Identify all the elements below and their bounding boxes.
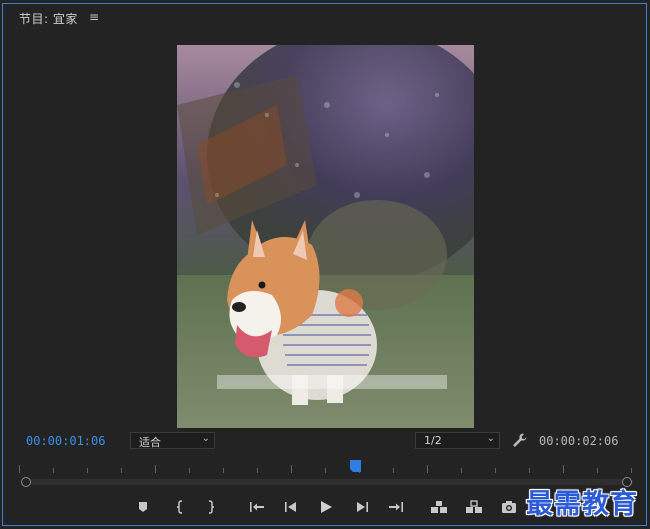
camera-icon [502,501,516,513]
go-to-out-button[interactable] [386,497,406,517]
ruler-tick [427,465,428,473]
ruler-tick [87,468,88,473]
play-button[interactable] [316,497,336,517]
go-to-in-icon [250,502,264,512]
chevron-down-icon: ⌄ [201,433,210,444]
zoom-level-dropdown[interactable]: 适合 ⌄ [130,432,215,449]
playhead-handle[interactable] [349,459,363,473]
ruler-tick [495,468,496,473]
mark-out-button[interactable] [201,497,221,517]
ruler-tick [529,468,530,473]
chevron-down-icon: ⌄ [486,433,495,444]
ruler-tick [223,468,224,473]
ruler-tick [597,468,598,473]
extract-icon [466,500,482,513]
hamburger-icon[interactable]: ≡ [89,10,99,24]
current-timecode[interactable]: 00:00:01:06 [26,434,105,448]
mark-in-icon [176,500,183,514]
go-to-out-icon [389,502,403,512]
ruler-tick [189,468,190,473]
export-frame-button[interactable] [499,497,519,517]
ruler-tick [155,465,156,473]
add-marker-button[interactable] [133,497,153,517]
watermark-logo: 最需教育 [526,489,638,520]
ruler-tick [121,468,122,473]
zoom-level-value: 适合 [139,436,161,449]
add-marker-icon [139,502,147,512]
duration-timecode: 00:00:02:06 [539,434,619,448]
play-icon [321,501,332,513]
ruler-tick [53,468,54,473]
mark-in-button[interactable] [170,497,190,517]
ruler-tick [325,468,326,473]
playback-resolution-dropdown[interactable]: 1/2 ⌄ [415,432,500,449]
video-frame-image [177,45,474,428]
extract-button[interactable] [464,497,484,517]
lift-button[interactable] [429,497,449,517]
ruler-tick [291,465,292,473]
wrench-icon[interactable] [512,432,528,448]
panel-header: 节目: 宜家 ≡ [3,4,646,32]
mark-out-icon [208,500,215,514]
scrollbar-left-handle[interactable] [21,477,31,487]
time-ruler[interactable] [19,459,632,473]
step-back-button[interactable] [281,497,301,517]
step-back-icon [285,502,296,512]
ruler-tick [563,465,564,473]
ruler-tick [257,468,258,473]
panel-title[interactable]: 节目: 宜家 [19,10,78,27]
ruler-tick [461,468,462,473]
program-monitor-panel: 节目: 宜家 ≡ 00:00:01:06 适合 ⌄ 1/2 ⌄ 00:00:02… [2,3,647,526]
ruler-tick [19,465,20,473]
step-forward-icon [357,502,368,512]
lift-icon [431,501,447,513]
ruler-tick [393,468,394,473]
playback-resolution-value: 1/2 [424,434,442,447]
go-to-in-button[interactable] [247,497,267,517]
program-video-frame[interactable] [177,45,474,428]
ruler-tick [631,468,632,473]
step-forward-button[interactable] [352,497,372,517]
